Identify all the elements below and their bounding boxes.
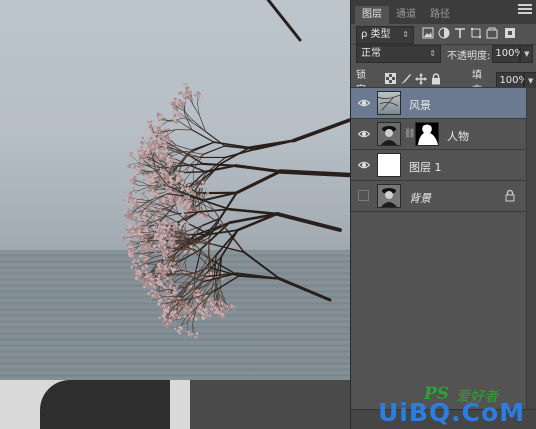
smart-object-filter-icon[interactable]	[484, 27, 500, 43]
watermark-url-text: UiBQ.CoM	[378, 398, 526, 427]
layer-row-landscape[interactable]: 风景	[351, 88, 527, 119]
layer-kind-filter[interactable]: ρ 类型 ⇕	[356, 26, 414, 44]
layer-name: 图层 1	[409, 161, 442, 174]
eye-icon[interactable]	[358, 128, 370, 140]
portrait-coat-left	[40, 380, 170, 429]
filter-toggle-icon[interactable]	[502, 27, 518, 43]
shape-filter-icon[interactable]	[468, 27, 484, 43]
layer-mask-thumbnail[interactable]	[415, 122, 439, 146]
blend-row: 正常 ⇕ 不透明度: 100% ▼	[351, 45, 536, 63]
blend-mode-value: 正常	[361, 48, 381, 59]
site-watermark: PS 爱好者 UiBQ.CoM	[378, 384, 534, 428]
opacity-input[interactable]: 100%	[492, 45, 524, 63]
layer-name: 背景	[409, 192, 431, 205]
panel-tab-bar: 图层 通道 路径	[351, 0, 536, 24]
visibility-toggle-off[interactable]	[358, 190, 369, 201]
layer-row-layer1[interactable]: 图层 1	[351, 150, 527, 181]
chevron-down-icon: ▼	[528, 77, 534, 85]
layer-thumbnail-person	[377, 122, 401, 146]
lock-icon	[505, 189, 515, 202]
layer-thumbnail-landscape	[377, 91, 401, 115]
adjustment-filter-icon[interactable]	[436, 27, 452, 43]
tab-paths[interactable]: 路径	[423, 6, 457, 24]
layers-panel: 图层 通道 路径 ρ 类型 ⇕ 正常 ⇕ 不透明度: 100% ▼ 锁 填 10…	[350, 0, 536, 429]
tab-layers[interactable]: 图层	[355, 6, 389, 24]
eye-icon[interactable]	[358, 97, 370, 109]
chevron-down-icon: ▼	[524, 50, 530, 58]
opacity-dropdown[interactable]: ▼	[520, 45, 534, 63]
layer-name: 人物	[447, 130, 469, 143]
panel-menu-icon[interactable]	[518, 4, 532, 16]
chevron-updown-icon: ⇕	[429, 49, 436, 58]
layers-scrollbar[interactable]	[526, 88, 536, 429]
layer-row-person[interactable]: ⛓ 人物	[351, 119, 527, 150]
layer-thumbnail-white	[377, 153, 401, 177]
layer-thumbnail-background	[377, 184, 401, 208]
opacity-label: 不透明度:	[447, 50, 491, 62]
blossom-tree-branches	[122, 0, 350, 339]
layer-kind-filter-label: ρ 类型	[361, 29, 391, 40]
link-chain-icon[interactable]: ⛓	[404, 129, 415, 140]
tab-channels[interactable]: 通道	[389, 6, 423, 24]
blend-mode-select[interactable]: 正常 ⇕	[356, 45, 441, 63]
portrait-coat-right	[190, 380, 350, 429]
image-filter-icon[interactable]	[420, 27, 436, 43]
layer-filter-row: ρ 类型 ⇕	[351, 26, 536, 44]
type-filter-icon[interactable]	[452, 27, 468, 43]
eye-icon[interactable]	[358, 159, 370, 171]
chevron-updown-icon: ⇕	[402, 30, 409, 39]
layer-row-background[interactable]: 背景	[351, 181, 527, 212]
layer-name: 风景	[409, 99, 431, 112]
document-canvas[interactable]	[0, 0, 350, 429]
